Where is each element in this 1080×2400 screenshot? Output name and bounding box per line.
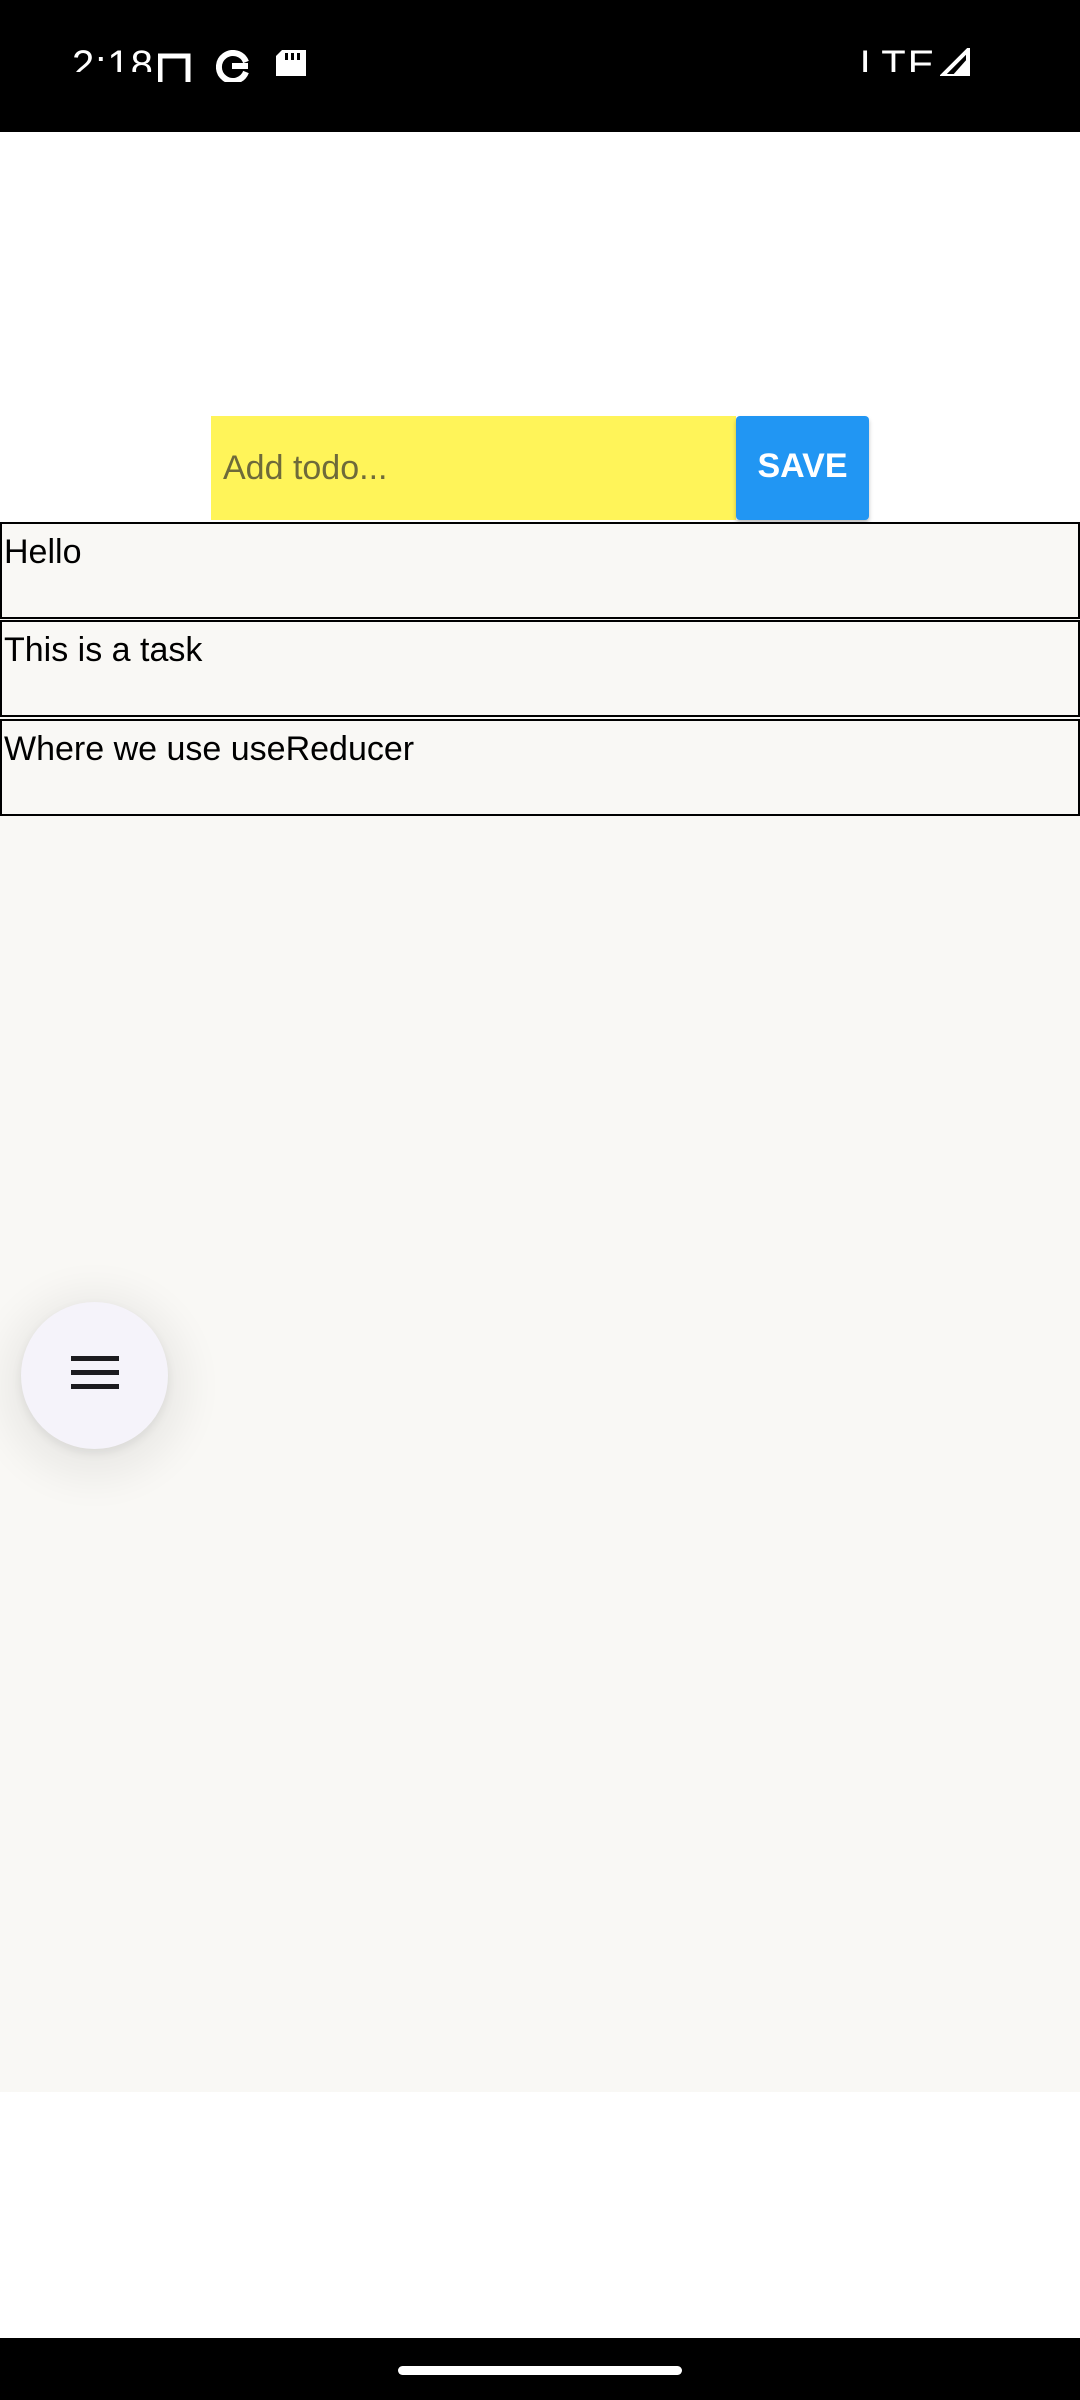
screen-record-icon [157, 52, 192, 87]
network-type: LTE [860, 43, 937, 72]
save-button[interactable]: SAVE [736, 416, 869, 520]
menu-icon [70, 1354, 119, 1397]
navigation-bar [0, 2338, 1080, 2400]
todo-item[interactable]: Hello [0, 522, 1080, 619]
sd-card-icon [276, 50, 306, 81]
home-gesture-handle[interactable] [398, 2366, 682, 2375]
app-screen: 2:18 LTE Add todo... SAVE Hello This is … [0, 0, 1080, 2400]
signal-icon [937, 45, 970, 81]
status-bar: 2:18 LTE [0, 0, 1080, 132]
add-todo-row: SAVE [211, 416, 869, 520]
main-content: SAVE Hello This is a task Where we use u… [0, 132, 1080, 2092]
todo-item[interactable]: This is a task [0, 620, 1080, 717]
menu-fab-button[interactable] [21, 1302, 168, 1449]
add-todo-input[interactable] [211, 416, 736, 520]
todo-item[interactable]: Where we use useReducer [0, 719, 1080, 816]
google-icon [216, 50, 250, 87]
status-time: 2:18 [72, 43, 154, 72]
